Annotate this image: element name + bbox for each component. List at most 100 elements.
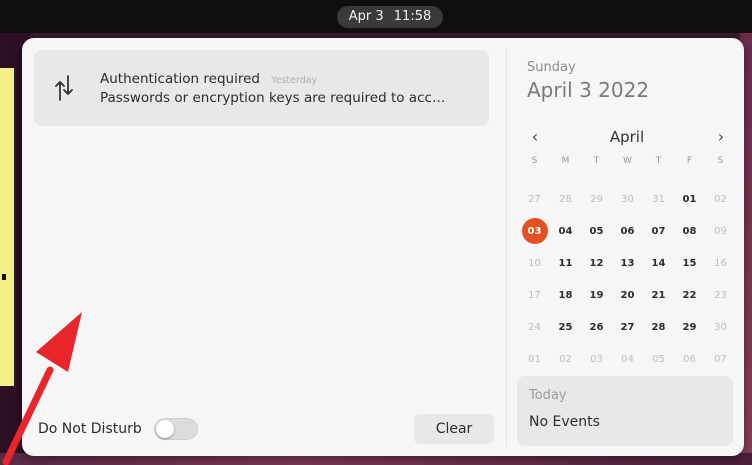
notification-calendar-popover: Authentication required Yesterday Passwo… [22, 38, 744, 456]
calendar-day[interactable]: 13 [612, 247, 643, 279]
calendar-day-number: 27 [528, 193, 541, 205]
calendar-day-number: 18 [558, 289, 573, 301]
calendar-day-number: 29 [682, 321, 697, 333]
notification-card[interactable]: Authentication required Yesterday Passwo… [34, 50, 489, 126]
calendar-day[interactable]: 12 [581, 247, 612, 279]
calendar-day[interactable]: 31 [643, 183, 674, 215]
calendar-day[interactable]: 27 [612, 311, 643, 343]
calendar-day[interactable]: 05 [581, 215, 612, 247]
top-bar: Apr 3 11:58 [0, 0, 752, 33]
calendar-day-number: 12 [589, 257, 604, 269]
calendar-day-number: 06 [683, 353, 696, 365]
calendar-grid: S M T W T F S 27 28 29 30 31 01 02 03 04 05 06 07 08 09 10 11 1… [519, 151, 735, 375]
calendar-day-number: 16 [714, 257, 727, 269]
calendar-day[interactable]: 18 [550, 279, 581, 311]
calendar-day[interactable]: 22 [674, 279, 705, 311]
calendar-day-number: 26 [589, 321, 604, 333]
calendar-day[interactable]: 19 [581, 279, 612, 311]
calendar-day[interactable]: 20 [612, 279, 643, 311]
calendar-day[interactable]: 07 [643, 215, 674, 247]
calendar-day-number: 01 [682, 193, 697, 205]
next-month-button[interactable]: › [711, 126, 731, 148]
calendar-day[interactable]: 15 [674, 247, 705, 279]
calendar-day-today[interactable]: 03 [519, 215, 550, 247]
calendar-day[interactable]: 16 [705, 247, 736, 279]
calendar-day[interactable]: 09 [705, 215, 736, 247]
calendar-full-date: April 3 2022 [527, 78, 650, 102]
calendar-day[interactable]: 05 [643, 343, 674, 375]
calendar-day[interactable]: 24 [519, 311, 550, 343]
notification-title: Authentication required [100, 71, 260, 87]
calendar-day-number: 20 [620, 289, 635, 301]
key-sync-icon [55, 75, 73, 101]
calendar-day[interactable]: 30 [705, 311, 736, 343]
calendar-day[interactable]: 04 [612, 343, 643, 375]
calendar-day[interactable]: 29 [674, 311, 705, 343]
calendar-weekday: Sunday [527, 60, 576, 75]
notification-time: Yesterday [271, 75, 318, 86]
calendar-day[interactable]: 02 [705, 183, 736, 215]
weekday-header: T [593, 156, 600, 166]
do-not-disturb-toggle[interactable] [154, 418, 198, 440]
calendar-day[interactable]: 23 [705, 279, 736, 311]
calendar-day-number: 02 [714, 193, 727, 205]
calendar-day[interactable]: 06 [674, 343, 705, 375]
calendar-day-number: 06 [620, 225, 635, 237]
calendar-day-number: 10 [528, 257, 541, 269]
calendar-day[interactable]: 26 [581, 311, 612, 343]
calendar-day-number: 24 [528, 321, 541, 333]
calendar-day[interactable]: 08 [674, 215, 705, 247]
calendar-day-number: 30 [621, 193, 634, 205]
weekday-header: M [561, 156, 570, 166]
weekday-header: T [655, 156, 662, 166]
calendar-day-number: 07 [714, 353, 727, 365]
calendar-day[interactable]: 02 [550, 343, 581, 375]
calendar-day[interactable]: 27 [519, 183, 550, 215]
calendar-day[interactable]: 03 [581, 343, 612, 375]
calendar-day-number: 27 [620, 321, 635, 333]
calendar-day-number: 31 [652, 193, 665, 205]
calendar-day[interactable]: 28 [643, 311, 674, 343]
calendar-day[interactable]: 07 [705, 343, 736, 375]
events-section[interactable]: Today No Events [517, 376, 733, 446]
calendar-day-number: 28 [559, 193, 572, 205]
calendar-day-number: 19 [589, 289, 604, 301]
calendar-day[interactable]: 29 [581, 183, 612, 215]
calendar-day[interactable]: 06 [612, 215, 643, 247]
clear-button[interactable]: Clear [414, 414, 494, 444]
calendar-day[interactable]: 17 [519, 279, 550, 311]
red-arrow-annotation [2, 312, 82, 465]
calendar-day-number: 30 [714, 321, 727, 333]
clock-date: Apr 3 [348, 9, 384, 24]
weekday-header: F [686, 156, 693, 166]
calendar-day-number: 08 [682, 225, 697, 237]
notification-header: Authentication required Yesterday [100, 68, 317, 87]
calendar-day-number: 05 [652, 353, 665, 365]
calendar-day-number: 02 [559, 353, 572, 365]
calendar-month-label: April [609, 128, 645, 146]
calendar-day-number: 04 [621, 353, 634, 365]
events-title: Today [529, 388, 567, 403]
clock-button[interactable]: Apr 3 11:58 [337, 6, 443, 28]
calendar-day-number: 04 [558, 225, 573, 237]
weekday-header: S [531, 156, 538, 166]
calendar-day[interactable]: 01 [674, 183, 705, 215]
calendar-day[interactable]: 30 [612, 183, 643, 215]
calendar-day[interactable]: 04 [550, 215, 581, 247]
calendar-day-number: 29 [590, 193, 603, 205]
notification-body: Passwords or encryption keys are require… [100, 90, 446, 106]
calendar-day[interactable]: 01 [519, 343, 550, 375]
calendar-day[interactable]: 14 [643, 247, 674, 279]
weekday-header: S [717, 156, 724, 166]
calendar-day[interactable]: 28 [550, 183, 581, 215]
calendar-day[interactable]: 25 [550, 311, 581, 343]
calendar-day[interactable]: 21 [643, 279, 674, 311]
calendar-day-number: 23 [714, 289, 727, 301]
weekday-header: W [623, 156, 632, 166]
calendar-day[interactable]: 10 [519, 247, 550, 279]
calendar-day-number: 15 [682, 257, 697, 269]
toggle-knob [156, 420, 174, 438]
calendar-day-number: 09 [714, 225, 727, 237]
events-empty-label: No Events [529, 414, 600, 430]
calendar-day[interactable]: 11 [550, 247, 581, 279]
